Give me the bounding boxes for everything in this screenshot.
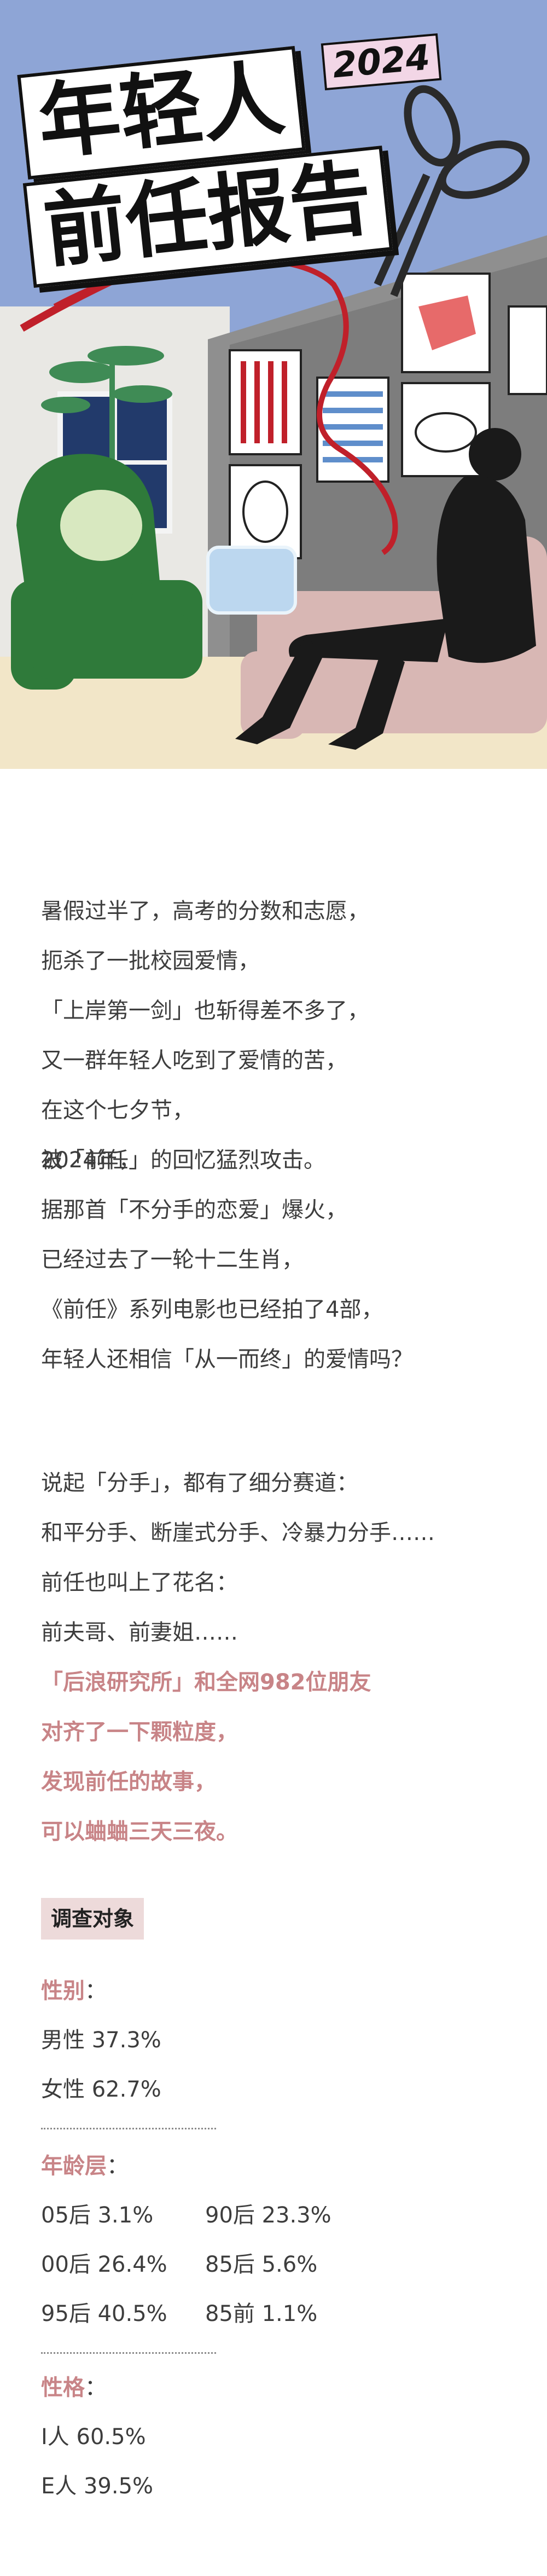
text-line: 说起「分手」，都有了细分赛道： (41, 1471, 358, 1496)
personality-row-e: E人 39.5% (41, 2474, 154, 2499)
personality-label-colon: ： (85, 2375, 107, 2400)
frame-leaf (229, 464, 302, 559)
survey-section-tag: 调查对象 (41, 1898, 144, 1940)
intro-paragraph-2: 2024年， 据那首「不分手的恋爱」爆火， 已经过去了一轮十二生肖， 《前任》系… (41, 1136, 511, 1385)
age-cell: 85后 5.6% (205, 2252, 318, 2277)
frame-stripes (229, 349, 302, 455)
chair-pillow (60, 490, 142, 561)
age-cell: 00后 26.4% (41, 2252, 167, 2277)
text-line: 和平分手、断崖式分手、冷暴力分手…… (41, 1520, 435, 1545)
age-cell: 05后 3.1% (41, 2203, 154, 2228)
age-row: 05后 3.1% 90后 23.3% (41, 2197, 369, 2229)
text-line: 扼杀了一批校园爱情， (41, 948, 260, 974)
blue-pillow (206, 546, 297, 615)
text-line: 据那首「不分手的恋爱」爆火， (41, 1197, 347, 1223)
text-line: 前任也叫上了花名： (41, 1570, 238, 1595)
text-line: 「上岸第一剑」也斩得差不多了， (41, 998, 369, 1023)
text-line: 又一群年轻人吃到了爱情的苦， (41, 1048, 347, 1073)
gender-label: 性别： (41, 1973, 107, 2005)
report-page: 2024 年轻人 前任报告 暑假过半了，高考的分数和志愿， 扼杀了一批校园爱情，… (0, 0, 547, 2576)
text-line: 前夫哥、前妻姐…… (41, 1620, 238, 1645)
text-line: 2024年， (41, 1148, 141, 1173)
age-cell: 95后 40.5% (41, 2301, 167, 2326)
divider (41, 2352, 216, 2354)
gender-label-text: 性别 (41, 1978, 85, 2004)
highlight-line: 对齐了一下颗粒度， (41, 1720, 238, 1745)
divider (41, 2128, 216, 2129)
intro-paragraph-3: 说起「分手」，都有了细分赛道： 和平分手、断崖式分手、冷暴力分手…… 前任也叫上… (41, 1458, 511, 1857)
text-line: 《前任》系列电影也已经拍了4部， (41, 1297, 383, 1322)
text-line: 暑假过半了，高考的分数和志愿， (41, 899, 369, 924)
hero-illustration: 2024 年轻人 前任报告 (0, 0, 547, 769)
age-cell: 90后 23.3% (205, 2203, 331, 2228)
personality-row-i: I人 60.5% (41, 2424, 146, 2450)
age-row: 95后 40.5% 85前 1.1% (41, 2296, 369, 2328)
age-label-colon: ： (107, 2154, 129, 2179)
gender-label-colon: ： (85, 1978, 107, 2004)
age-label-text: 年龄层 (41, 2154, 107, 2179)
personality-label-text: 性格 (41, 2375, 85, 2400)
highlight-line: 可以蛐蛐三天三夜。 (41, 1819, 238, 1844)
highlight-line: 「后浪研究所」和全网982位朋友 (41, 1670, 371, 1695)
age-label: 年龄层： (41, 2148, 129, 2180)
hero-title-block: 2024 年轻人 前任报告 (16, 27, 442, 290)
age-row: 00后 26.4% 85后 5.6% (41, 2247, 369, 2278)
age-cell: 85前 1.1% (205, 2301, 318, 2326)
personality-label: 性格： (41, 2370, 107, 2401)
gender-row-male: 男性 37.3% (41, 2028, 161, 2053)
text-line: 已经过去了一轮十二生肖， (41, 1247, 304, 1272)
text-line: 在这个七夕节， (41, 1098, 194, 1123)
text-line: 年轻人还相信「从一而终」的爱情吗？ (41, 1347, 413, 1372)
gender-row-female: 女性 62.7% (41, 2077, 161, 2102)
highlight-line: 发现前任的故事， (41, 1769, 216, 1794)
